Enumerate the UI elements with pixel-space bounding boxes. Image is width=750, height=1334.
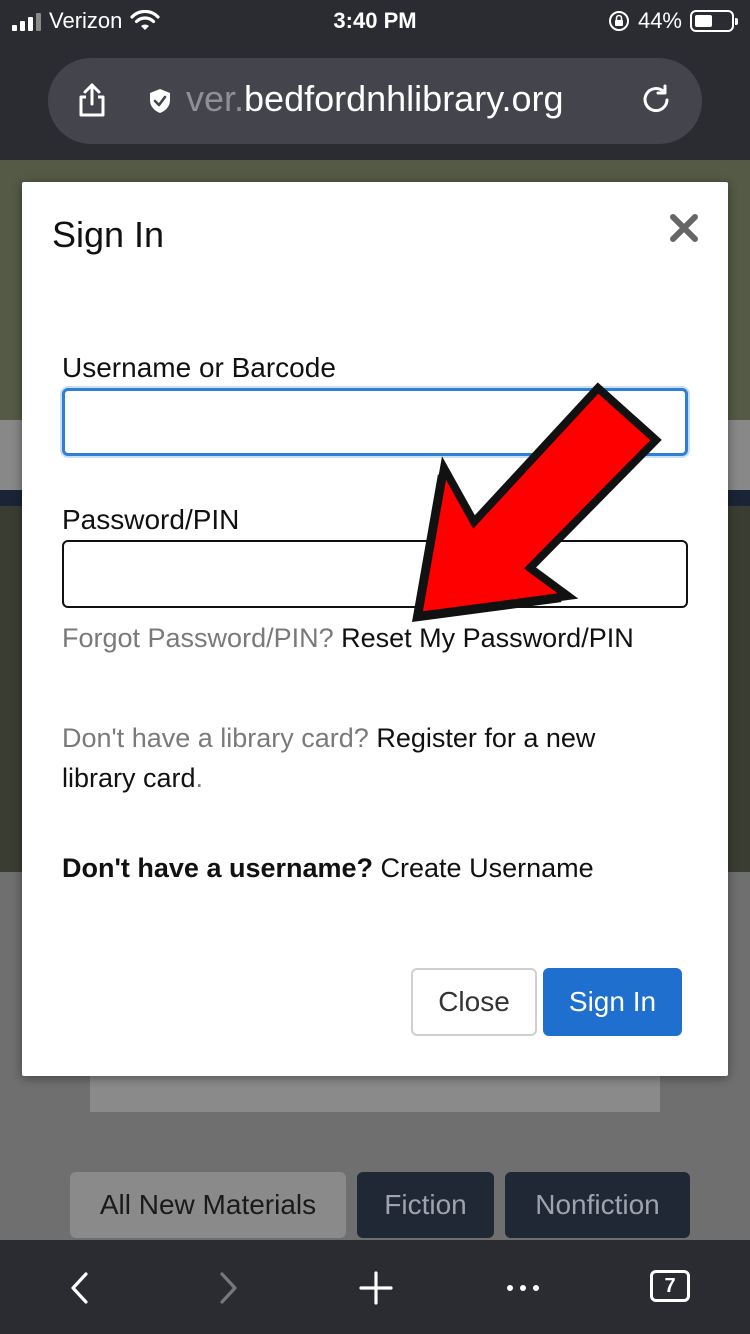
close-button[interactable]: Close	[411, 968, 537, 1036]
url-text[interactable]: ver.bedfordnhlibrary.org	[186, 78, 564, 120]
status-bar: Verizon 3:40 PM 44%	[0, 0, 750, 44]
username-label: Username or Barcode	[62, 352, 336, 383]
create-username-text: Don't have a username? Create Username	[62, 848, 662, 888]
browser-url-bar-area: ver.bedfordnhlibrary.org	[0, 44, 750, 160]
forward-icon[interactable]	[210, 1270, 246, 1306]
modal-title: Sign In	[52, 214, 165, 255]
url-domain: bedfordnhlibrary.org	[244, 78, 564, 119]
url-prefix: ver.	[186, 78, 245, 119]
orientation-lock-icon	[608, 11, 629, 31]
more-icon[interactable]	[505, 1270, 541, 1306]
reset-password-link[interactable]: Reset My Password/PIN	[341, 623, 634, 653]
category-all-new-materials[interactable]: All New Materials	[70, 1172, 346, 1238]
register-text: Don't have a library card? Register for …	[62, 718, 662, 798]
share-icon[interactable]	[76, 82, 108, 118]
sign-in-button[interactable]: Sign In	[543, 968, 682, 1036]
sign-in-modal: Sign In Username or Barcode Password/PIN…	[22, 182, 728, 1076]
no-username-prompt: Don't have a username?	[62, 853, 374, 883]
password-input[interactable]	[62, 540, 688, 608]
back-icon[interactable]	[62, 1270, 98, 1306]
shield-icon	[150, 89, 170, 113]
category-fiction[interactable]: Fiction	[357, 1172, 494, 1238]
browser-toolbar: 7	[0, 1240, 750, 1334]
address-bar[interactable]: ver.bedfordnhlibrary.org	[48, 58, 702, 144]
tabs-count-button[interactable]: 7	[650, 1270, 690, 1302]
category-nonfiction[interactable]: Nonfiction	[505, 1172, 690, 1238]
battery-percent: 44%	[637, 8, 682, 33]
password-label: Password/PIN	[62, 504, 240, 535]
create-username-link[interactable]: Create Username	[381, 853, 594, 883]
reload-icon[interactable]	[640, 84, 672, 116]
close-icon[interactable]	[668, 212, 700, 244]
no-card-prompt: Don't have a library card?	[62, 723, 369, 753]
forgot-password-text: Forgot Password/PIN? Reset My Password/P…	[62, 618, 662, 658]
register-period: .	[195, 763, 204, 793]
battery-icon	[690, 10, 738, 32]
username-input[interactable]	[62, 388, 688, 456]
forgot-password-prompt: Forgot Password/PIN?	[62, 623, 334, 653]
new-tab-icon[interactable]	[358, 1270, 394, 1306]
